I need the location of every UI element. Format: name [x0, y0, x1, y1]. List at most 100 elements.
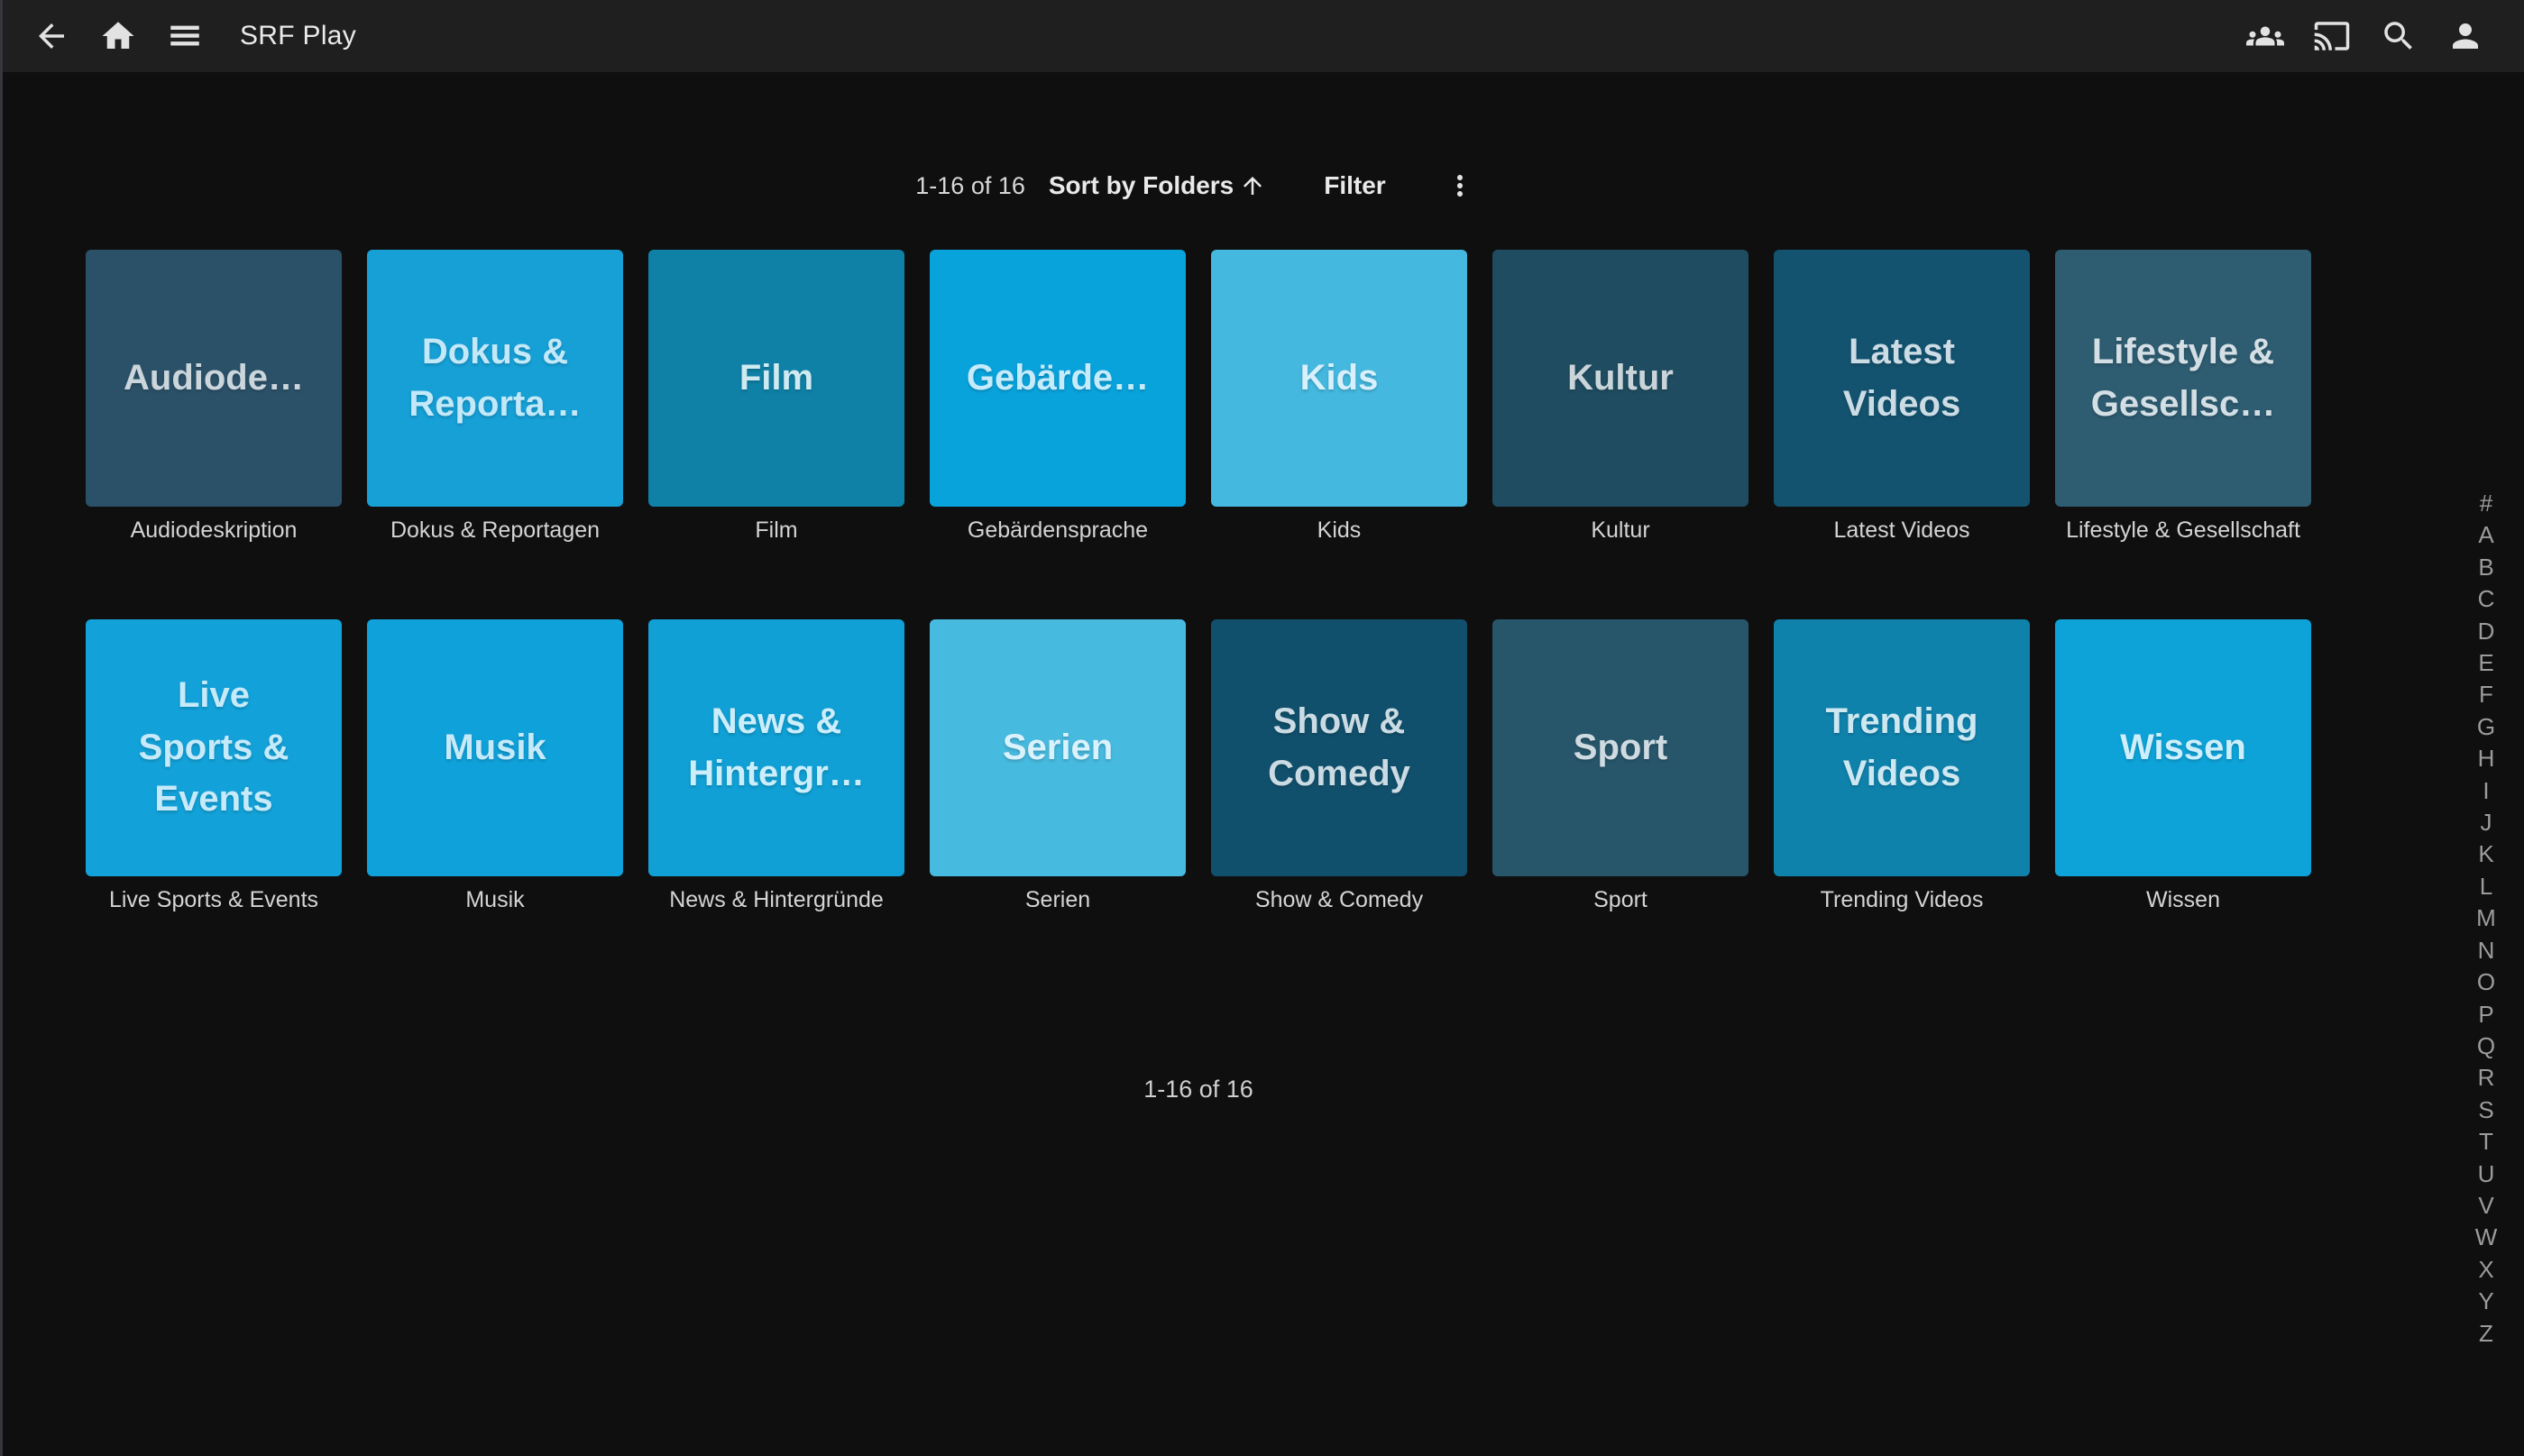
- library-page: 1-16 of 16 Sort by Folders Filter Audiod…: [86, 167, 2311, 1103]
- filter-button-label: Filter: [1324, 171, 1385, 200]
- alphabet-letter[interactable]: C: [2464, 583, 2508, 615]
- alphabet-letter[interactable]: M: [2464, 902, 2508, 934]
- hamburger-menu-icon: [166, 17, 204, 55]
- library-tile-title: Kultur: [1567, 353, 1674, 405]
- library-tile-title: Film: [739, 353, 813, 405]
- library-tile[interactable]: News & Hintergr…News & Hintergründe: [648, 619, 904, 913]
- alphabet-letter[interactable]: D: [2464, 616, 2508, 647]
- library-tile[interactable]: Show & Comedy Show & Comedy: [1211, 619, 1467, 913]
- library-tile-label: Sport: [1492, 887, 1748, 913]
- library-tile-image: Kultur: [1492, 250, 1748, 507]
- library-tile-image: Trending Videos: [1774, 619, 2030, 876]
- alphabet-letter[interactable]: L: [2464, 871, 2508, 902]
- library-tile[interactable]: Musik Musik: [367, 619, 623, 913]
- alphabet-letter[interactable]: G: [2464, 711, 2508, 743]
- library-tile-image: Serien: [930, 619, 1186, 876]
- alphabet-letter[interactable]: J: [2464, 807, 2508, 838]
- items-count: 1-16 of 16: [915, 172, 1025, 200]
- alphabet-letter[interactable]: A: [2464, 519, 2508, 551]
- library-tile-image: Live Sports & Events: [86, 619, 342, 876]
- library-tile-image: Audiode…: [86, 250, 342, 507]
- library-tile-image: Show & Comedy: [1211, 619, 1467, 876]
- syncplay-button[interactable]: [2232, 3, 2299, 69]
- alphabet-letter[interactable]: Q: [2464, 1030, 2508, 1062]
- library-tile-label: Kids: [1211, 517, 1467, 544]
- cast-button[interactable]: [2299, 3, 2365, 69]
- library-tile[interactable]: Trending Videos Trending Videos: [1774, 619, 2030, 913]
- arrow-up-icon: [1234, 172, 1266, 199]
- alphabet-letter[interactable]: O: [2464, 966, 2508, 998]
- library-tile[interactable]: SportSport: [1492, 619, 1748, 913]
- library-tile[interactable]: Live Sports & Events Live Sports & Events: [86, 619, 342, 913]
- library-tile-title: News & Hintergr…: [688, 696, 865, 800]
- alphabet-letter[interactable]: F: [2464, 679, 2508, 710]
- library-tile-title: Show & Comedy: [1268, 696, 1410, 800]
- library-tile-image: Dokus & Reporta…: [367, 250, 623, 507]
- user-button[interactable]: [2432, 3, 2499, 69]
- search-icon: [2380, 17, 2418, 55]
- library-tile-image: News & Hintergr…: [648, 619, 904, 876]
- alphabet-letter[interactable]: R: [2464, 1062, 2508, 1094]
- sort-button-label: Sort by Folders: [1049, 171, 1234, 200]
- app-bar: SRF Play: [0, 0, 2524, 72]
- more-menu-button[interactable]: [1438, 164, 1482, 207]
- library-tile[interactable]: Audiode…Audiodeskription: [86, 250, 342, 544]
- alphabet-letter[interactable]: V: [2464, 1190, 2508, 1222]
- library-tile[interactable]: Wissen Wissen: [2055, 619, 2311, 913]
- library-tile-title: Musik: [444, 722, 546, 774]
- alphabet-letter[interactable]: U: [2464, 1158, 2508, 1190]
- library-tile[interactable]: KulturKultur: [1492, 250, 1748, 544]
- alphabet-letter[interactable]: N: [2464, 935, 2508, 966]
- library-tile-label: Musik: [367, 887, 623, 913]
- home-button[interactable]: [85, 3, 151, 69]
- library-grid: Audiode…AudiodeskriptionDokus & Reporta……: [86, 250, 2311, 989]
- items-count-footer: 1-16 of 16: [86, 1076, 2311, 1103]
- alphabet-letter[interactable]: S: [2464, 1094, 2508, 1126]
- library-tile-image: Latest Videos: [1774, 250, 2030, 507]
- library-tile[interactable]: Lifestyle & Gesellsc…Lifestyle & Gesells…: [2055, 250, 2311, 544]
- user-icon: [2446, 17, 2484, 55]
- library-tile-title: Serien: [1003, 722, 1113, 774]
- alphabet-letter[interactable]: Y: [2464, 1286, 2508, 1317]
- alphabet-letter[interactable]: Z: [2464, 1318, 2508, 1350]
- library-tile-label: Serien: [930, 887, 1186, 913]
- alphabet-letter[interactable]: H: [2464, 743, 2508, 774]
- back-button[interactable]: [18, 3, 85, 69]
- library-tile[interactable]: Serien Serien: [930, 619, 1186, 913]
- library-tile[interactable]: FilmFilm: [648, 250, 904, 544]
- page-title: SRF Play: [240, 21, 356, 51]
- arrow-left-icon: [32, 17, 70, 55]
- alphabet-letter[interactable]: K: [2464, 838, 2508, 870]
- alphabet-letter[interactable]: X: [2464, 1254, 2508, 1286]
- library-tile[interactable]: Dokus & Reporta…Dokus & Reportagen: [367, 250, 623, 544]
- library-tile-label: Trending Videos: [1774, 887, 2030, 913]
- library-tile-title: Dokus & Reporta…: [408, 326, 581, 430]
- sort-button[interactable]: Sort by Folders: [1049, 171, 1266, 200]
- library-tile-image: Film: [648, 250, 904, 507]
- library-tile-image: Gebärde…: [930, 250, 1186, 507]
- menu-button[interactable]: [151, 3, 218, 69]
- library-tile-title: Wissen: [2120, 722, 2246, 774]
- alphabet-letter[interactable]: I: [2464, 775, 2508, 807]
- library-tile-title: Kids: [1300, 353, 1379, 405]
- library-tile-image: Kids: [1211, 250, 1467, 507]
- library-tile[interactable]: Latest VideosLatest Videos: [1774, 250, 2030, 544]
- search-button[interactable]: [2365, 3, 2432, 69]
- alphabet-letter[interactable]: E: [2464, 647, 2508, 679]
- filter-button[interactable]: Filter: [1324, 171, 1385, 200]
- library-tile[interactable]: Gebärde… Gebärdensprache: [930, 250, 1186, 544]
- alphabet-scrubber: #ABCDEFGHIJKLMNOPQRSTUVWXYZ: [2464, 488, 2508, 1350]
- left-edge-line: [0, 0, 3, 1456]
- list-controls: 1-16 of 16 Sort by Folders Filter: [86, 167, 2311, 205]
- library-tile-label: Show & Comedy: [1211, 887, 1467, 913]
- alphabet-letter[interactable]: P: [2464, 999, 2508, 1030]
- alphabet-letter[interactable]: #: [2464, 488, 2508, 519]
- alphabet-letter[interactable]: T: [2464, 1126, 2508, 1158]
- people-group-icon: [2246, 17, 2284, 55]
- library-tile-label: Gebärdensprache: [930, 517, 1186, 544]
- library-tile-label: Live Sports & Events: [86, 887, 342, 913]
- alphabet-letter[interactable]: B: [2464, 552, 2508, 583]
- alphabet-letter[interactable]: W: [2464, 1222, 2508, 1253]
- library-tile[interactable]: Kids Kids: [1211, 250, 1467, 544]
- library-tile-label: Wissen: [2055, 887, 2311, 913]
